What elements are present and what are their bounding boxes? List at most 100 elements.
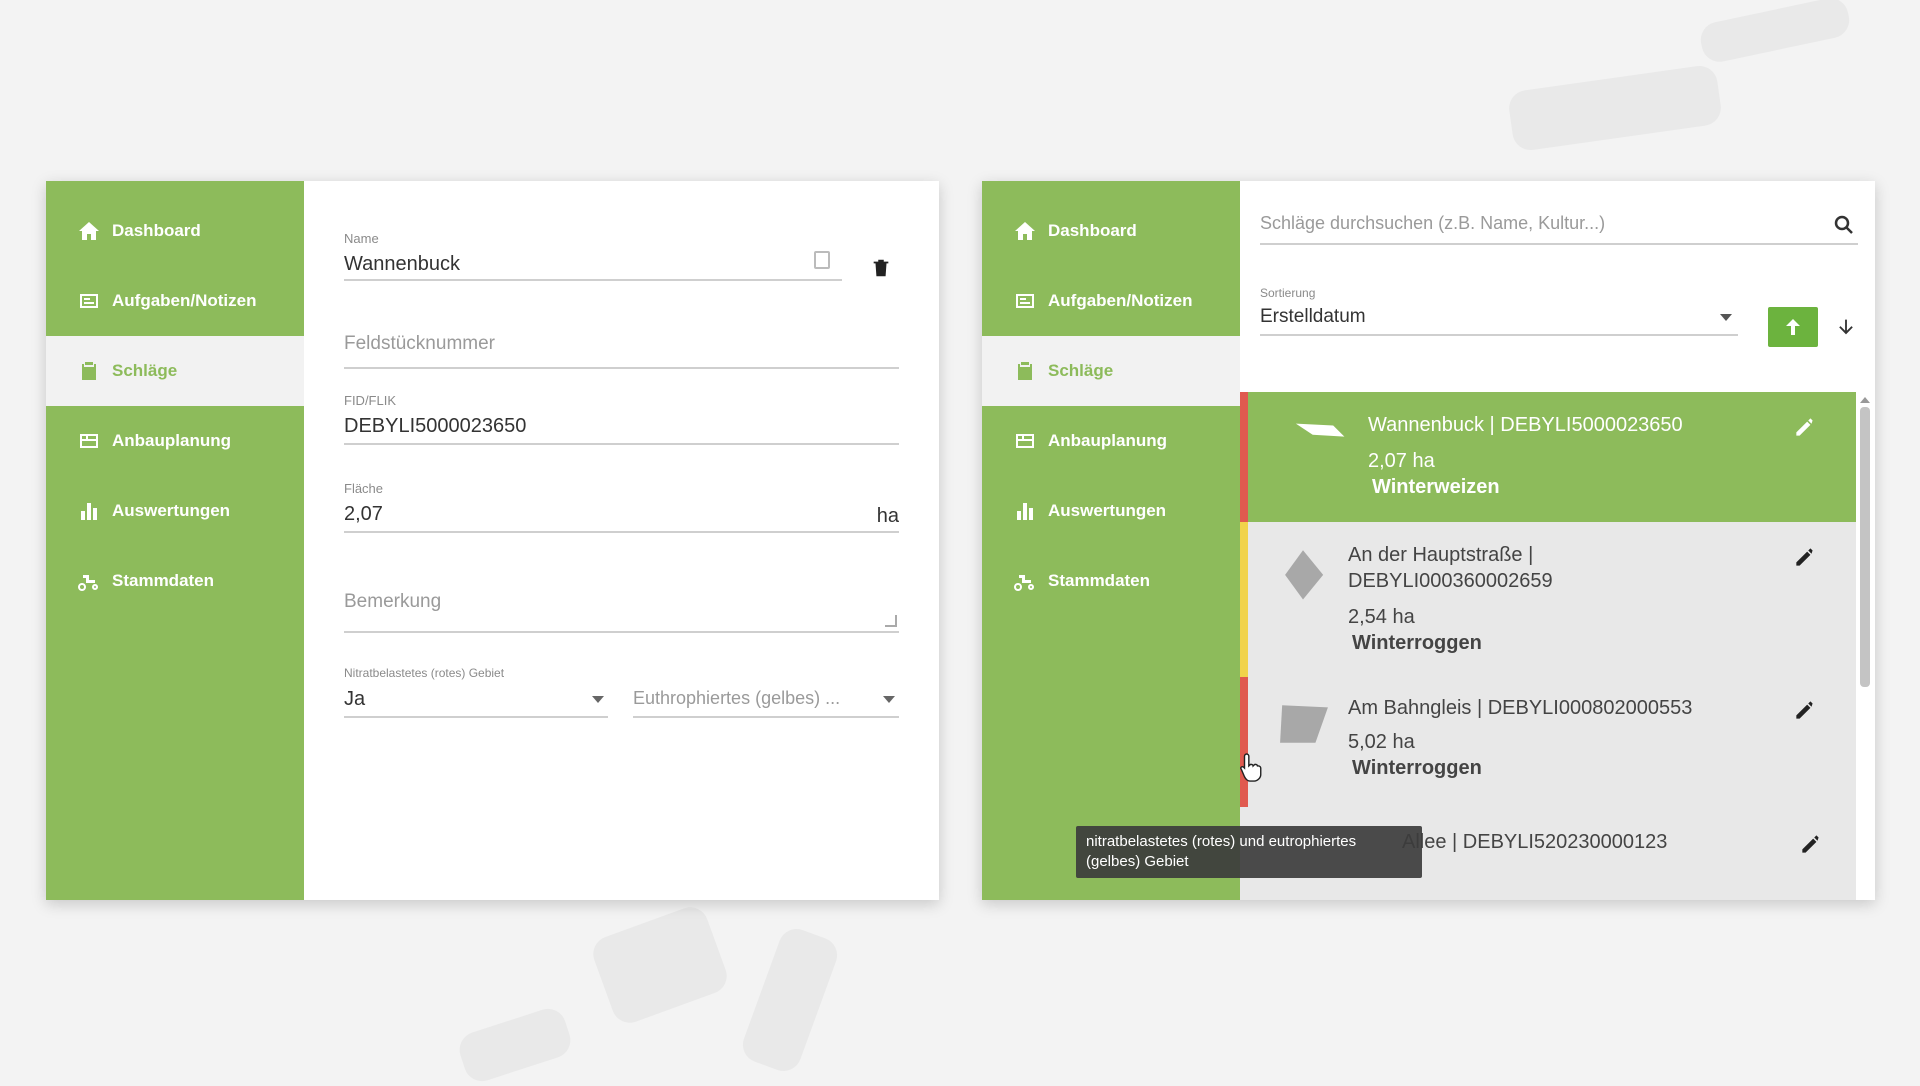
nav-item-tasks[interactable]: Aufgaben/Notizen	[46, 266, 304, 336]
nav-item-anbauplanung[interactable]: Anbauplanung	[982, 406, 1240, 476]
clipboard-icon	[1012, 358, 1038, 384]
field-name: Am Bahngleis | DEBYLI000802000553	[1348, 697, 1693, 719]
nav-item-dashboard[interactable]: Dashboard	[46, 196, 304, 266]
background-decoration	[454, 1004, 576, 1086]
nitrat-select[interactable]: Nitratbelastetes (rotes) Gebiet Ja	[344, 666, 608, 718]
edit-button[interactable]	[1792, 544, 1818, 570]
nav-item-dashboard[interactable]: Dashboard	[982, 196, 1240, 266]
scrollbar-up-arrow[interactable]	[1860, 397, 1870, 403]
edit-button[interactable]	[1792, 414, 1818, 440]
euthro-select[interactable]: Euthrophiertes (gelbes) ...	[633, 666, 899, 718]
nav-item-stammdaten[interactable]: Stammdaten	[982, 546, 1240, 616]
pencil-icon	[1802, 835, 1819, 853]
nav-label: Stammdaten	[1048, 571, 1151, 590]
sort-ascending-button[interactable]	[1768, 307, 1818, 347]
list-item[interactable]: Am Bahngleis | DEBYLI000802000553 5,02 h…	[1240, 677, 1856, 807]
chevron-down-icon	[883, 696, 895, 703]
nav-label: Dashboard	[1048, 221, 1137, 240]
field-edit-panel: Dashboard Aufgaben/Notizen Schläge Anbau…	[46, 181, 939, 900]
trash-icon	[873, 259, 889, 277]
search-icon[interactable]	[1832, 213, 1856, 237]
resize-handle-icon	[885, 615, 897, 627]
field-list-content: Schläge durchsuchen (z.B. Name, Kultur..…	[1240, 181, 1875, 900]
nav-item-auswertungen[interactable]: Auswertungen	[982, 476, 1240, 546]
tooltip: nitratbelastetes (rotes) und eutrophiert…	[1076, 826, 1422, 878]
nitrat-value: Ja	[344, 688, 366, 710]
planning-icon	[1012, 428, 1038, 454]
search-input[interactable]: Schläge durchsuchen (z.B. Name, Kultur..…	[1260, 201, 1858, 245]
edit-button[interactable]	[1792, 697, 1818, 723]
nav-label: Dashboard	[112, 221, 201, 240]
nav-item-anbauplanung[interactable]: Anbauplanung	[46, 406, 304, 476]
field-area: 2,07 ha	[1368, 450, 1435, 472]
background-decoration	[737, 923, 843, 1077]
field-name: An der Hauptstraße |	[1348, 544, 1534, 566]
field-name: Allee | DEBYLI520230000123	[1402, 831, 1668, 853]
field-crop: Winterroggen	[1352, 757, 1482, 779]
tasks-icon	[76, 288, 102, 314]
field-list: Wannenbuck | DEBYLI5000023650 2,07 ha Wi…	[1240, 392, 1856, 900]
hand-cursor-icon	[1240, 753, 1262, 782]
fid-value: DEBYLI5000023650	[344, 415, 527, 437]
bar-chart-icon	[1012, 498, 1038, 524]
sort-value: Erstelldatum	[1260, 306, 1366, 327]
field-crop: Winterroggen	[1352, 632, 1482, 654]
field-shape-icon	[1295, 423, 1345, 437]
chevron-down-icon	[1720, 314, 1732, 321]
bemerkung-field[interactable]: Bemerkung	[344, 581, 899, 633]
nav-label: Schläge	[1048, 361, 1114, 380]
copy-icon[interactable]	[814, 251, 830, 269]
field-shape-icon	[1280, 705, 1328, 743]
field-area: 2,54 ha	[1348, 606, 1415, 628]
status-marker	[1240, 392, 1248, 522]
flaeche-label: Fläche	[344, 481, 384, 496]
flaeche-value: 2,07	[344, 503, 383, 525]
list-item[interactable]: Wannenbuck | DEBYLI5000023650 2,07 ha Wi…	[1240, 392, 1856, 522]
edit-button[interactable]	[1798, 831, 1824, 857]
home-icon	[76, 218, 102, 244]
nav-item-tasks[interactable]: Aufgaben/Notizen	[982, 266, 1240, 336]
fid-field[interactable]: FID/FLIK DEBYLI5000023650	[344, 393, 899, 445]
nav-label: Stammdaten	[112, 571, 215, 590]
home-icon	[1012, 218, 1038, 244]
nav-item-stammdaten[interactable]: Stammdaten	[46, 546, 304, 616]
nav-item-schlaege[interactable]: Schläge	[46, 336, 304, 406]
euthro-placeholder: Euthrophiertes (gelbes) ...	[633, 688, 841, 708]
field-area: 5,02 ha	[1348, 731, 1415, 753]
sidebar: Dashboard Aufgaben/Notizen Schläge Anbau…	[46, 181, 304, 900]
nav-label: Anbauplanung	[112, 431, 231, 450]
status-marker	[1240, 677, 1248, 807]
tractor-icon	[76, 568, 102, 594]
tractor-icon	[1012, 568, 1038, 594]
list-item[interactable]: An der Hauptstraße | DEBYLI000360002659 …	[1240, 522, 1856, 677]
scrollbar[interactable]	[1859, 397, 1871, 897]
feldstueck-field[interactable]: Feldstücknummer	[344, 321, 899, 369]
clipboard-icon	[76, 358, 102, 384]
field-name-id: DEBYLI000360002659	[1348, 570, 1553, 592]
nav-label: Auswertungen	[1048, 501, 1167, 520]
nav-item-auswertungen[interactable]: Auswertungen	[46, 476, 304, 546]
pencil-icon	[1796, 548, 1813, 566]
background-decoration	[1506, 63, 1724, 153]
sort-descending-button[interactable]	[1824, 307, 1868, 347]
nav-item-schlaege[interactable]: Schläge	[982, 336, 1240, 406]
delete-button[interactable]	[870, 255, 892, 281]
field-crop: Winterweizen	[1372, 476, 1500, 498]
name-value: Wannenbuck	[344, 253, 460, 275]
nav-label: Anbauplanung	[1048, 431, 1167, 450]
nav-label: Aufgaben/Notizen	[112, 291, 257, 310]
background-decoration	[588, 902, 732, 1028]
bemerkung-placeholder: Bemerkung	[344, 591, 442, 612]
field-list-panel: Dashboard Aufgaben/Notizen Schläge Anbau…	[982, 181, 1875, 900]
name-field[interactable]: Name Wannenbuck	[344, 231, 842, 281]
background-decoration	[1697, 0, 1853, 66]
planning-icon	[76, 428, 102, 454]
pencil-icon	[1796, 418, 1813, 436]
sort-select[interactable]: Sortierung Erstelldatum	[1260, 286, 1738, 336]
field-form: Name Wannenbuck Feldstücknummer FID/FLIK…	[304, 181, 939, 900]
sidebar: Dashboard Aufgaben/Notizen Schläge Anbau…	[982, 181, 1240, 900]
flaeche-field[interactable]: Fläche 2,07 ha	[344, 481, 899, 533]
tasks-icon	[1012, 288, 1038, 314]
flaeche-unit: ha	[876, 505, 899, 527]
scrollbar-thumb[interactable]	[1860, 407, 1870, 687]
